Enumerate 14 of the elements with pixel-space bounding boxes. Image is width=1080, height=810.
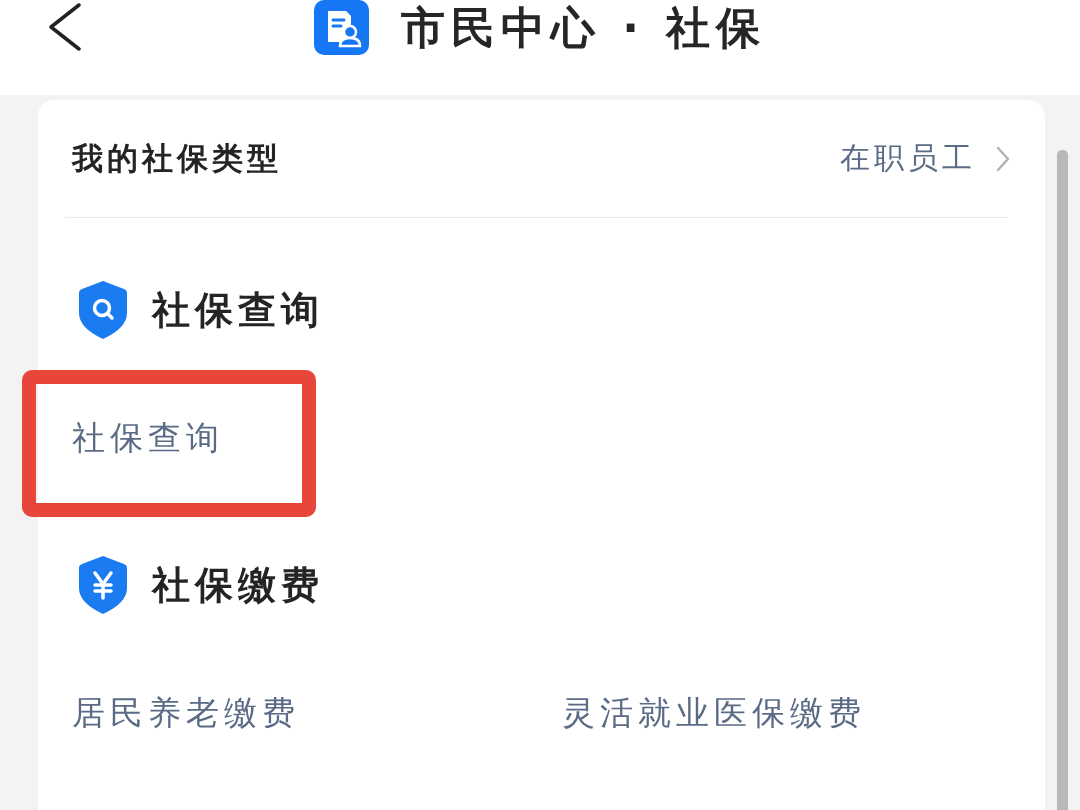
- chevron-left-icon: [48, 3, 82, 51]
- service-item[interactable]: 社保查询: [72, 408, 224, 468]
- service-item[interactable]: 居民养老缴费: [72, 683, 300, 743]
- section-title: 社保查询: [152, 286, 324, 334]
- search-shield-icon: [78, 280, 128, 340]
- page-title: 市民中心 · 社保: [400, 1, 767, 55]
- insurance-type-selector[interactable]: 在职员工: [840, 138, 1010, 179]
- service-item[interactable]: 灵活就业医保缴费: [562, 683, 866, 743]
- scrollbar[interactable]: [1057, 150, 1068, 810]
- back-button[interactable]: [48, 3, 82, 51]
- chevron-right-icon: [996, 145, 1010, 172]
- yen-shield-icon: [78, 555, 128, 615]
- section-title: 社保缴费: [152, 561, 324, 609]
- insurance-type-label: 我的社保类型: [72, 138, 282, 178]
